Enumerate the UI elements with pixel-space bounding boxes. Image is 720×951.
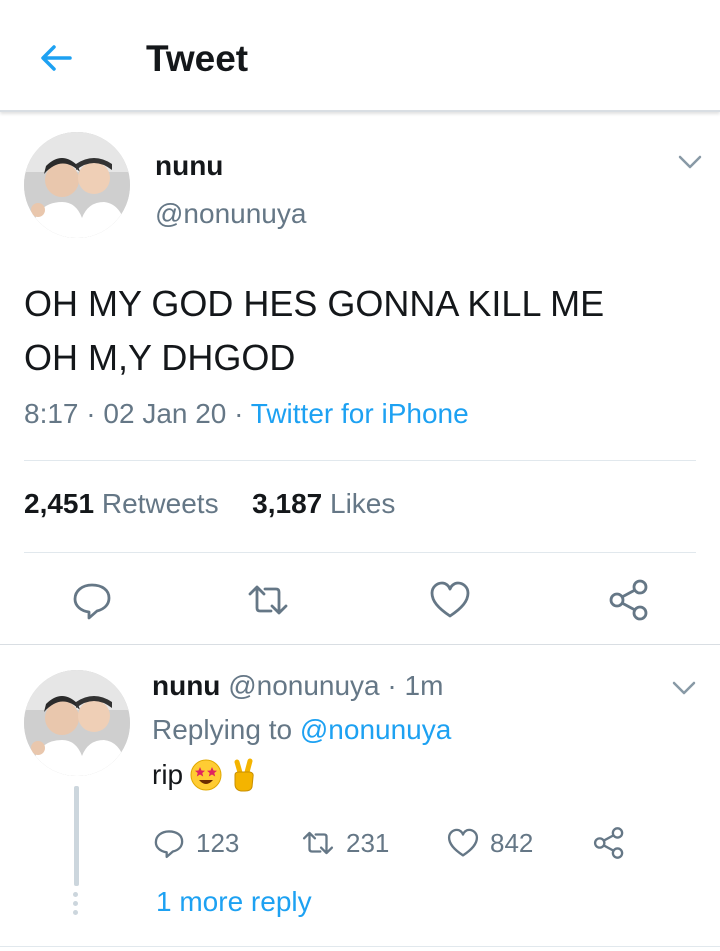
reply-count: 123 — [196, 827, 240, 858]
reply-icon — [73, 583, 111, 620]
thread-line — [74, 786, 79, 886]
chevron-down-icon — [678, 155, 702, 169]
retweet-icon — [302, 831, 334, 855]
reply-text-content: rip — [152, 759, 184, 790]
back-button[interactable] — [30, 36, 86, 80]
tweet-date: 02 Jan 20 — [103, 398, 227, 429]
reply-age: 1m — [404, 670, 444, 701]
meta-separator: · — [387, 670, 397, 701]
top-bar: Tweet — [0, 0, 720, 112]
reply-menu-button[interactable] — [670, 678, 698, 698]
author-name[interactable]: nunu — [155, 150, 223, 182]
reply-share-button[interactable] — [592, 826, 626, 860]
like-button[interactable] — [428, 578, 472, 622]
back-arrow-icon — [41, 45, 72, 71]
section-divider — [0, 644, 720, 645]
reply-text: rip — [152, 758, 259, 792]
star-struck-emoji-icon — [190, 759, 222, 791]
retweets-stat[interactable]: 2,451 Retweets — [24, 488, 219, 519]
retweet-icon — [248, 585, 288, 615]
reply-like-count: 842 — [490, 827, 534, 858]
tweet-meta: 8:17 · 02 Jan 20 · Twitter for iPhone — [24, 398, 469, 430]
reply-author-handle[interactable]: @nonunuya — [228, 670, 379, 701]
share-button[interactable] — [607, 578, 651, 622]
divider — [24, 552, 696, 553]
reply-retweet-button[interactable]: 231 — [300, 826, 389, 860]
like-label: Likes — [330, 488, 396, 519]
reply-icon — [154, 830, 184, 859]
chevron-down-icon — [672, 681, 696, 695]
tweet-menu-button[interactable] — [676, 152, 704, 172]
likes-stat[interactable]: 3,187 Likes — [252, 488, 395, 519]
meta-separator: · — [86, 398, 104, 429]
tweet-source-link[interactable]: Twitter for iPhone — [251, 398, 469, 429]
page-title: Tweet — [146, 38, 249, 79]
more-replies-link[interactable]: 1 more reply — [156, 886, 312, 918]
like-icon — [430, 581, 470, 618]
reply-author-name[interactable]: nunu — [152, 670, 220, 701]
reply-like-button[interactable]: 842 — [446, 826, 533, 860]
retweet-button[interactable] — [246, 578, 290, 622]
share-icon — [609, 579, 648, 621]
retweet-count: 2,451 — [24, 488, 95, 519]
tweet-time: 8:17 — [24, 398, 79, 429]
replying-to-handle[interactable]: @nonunuya — [300, 714, 451, 745]
like-icon — [447, 828, 479, 857]
victory-hand-emoji-icon — [234, 758, 254, 792]
reply-button[interactable] — [70, 578, 114, 622]
tweet-text-line-1: OH MY GOD HES GONNA KILL ME — [24, 283, 605, 324]
tweet-text-line-2: OH M,Y DHGOD — [24, 337, 296, 378]
retweet-label: Retweets — [101, 488, 219, 519]
author-handle[interactable]: @nonunuya — [155, 198, 306, 230]
avatar-photo — [24, 670, 130, 776]
bottom-divider — [0, 946, 720, 947]
reply-avatar[interactable] — [24, 670, 130, 776]
divider — [24, 460, 696, 461]
reply-retweet-count: 231 — [346, 827, 390, 858]
avatar-photo — [24, 132, 130, 238]
reply-reply-button[interactable]: 123 — [152, 826, 239, 860]
reply-header: nunu @nonunuya · 1m — [152, 670, 443, 702]
meta-separator: · — [234, 398, 251, 429]
tweet-stats: 2,451 Retweets 3,187 Likes — [24, 488, 395, 520]
share-icon — [593, 827, 624, 859]
replying-to-label: Replying to — [152, 714, 293, 745]
replying-to: Replying to @nonunuya — [152, 714, 451, 746]
tweet-text: OH MY GOD HES GONNA KILL ME OH M,Y DHGOD — [24, 277, 704, 385]
like-count: 3,187 — [252, 488, 323, 519]
avatar[interactable] — [24, 132, 130, 238]
thread-dots — [72, 892, 80, 915]
